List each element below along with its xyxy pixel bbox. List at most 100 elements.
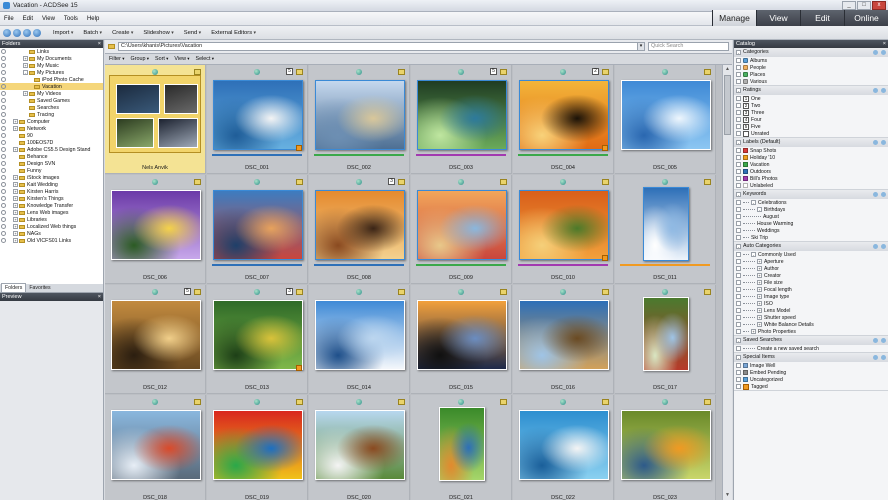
view-menu[interactable]: View (174, 56, 189, 62)
catalog-checkbox[interactable] (736, 308, 741, 313)
expand-icon[interactable]: + (13, 210, 18, 215)
catalog-item[interactable]: Ski Trip (734, 234, 888, 241)
folder-checkbox[interactable] (1, 77, 6, 82)
forward-icon[interactable] (13, 28, 21, 37)
collapse-icon[interactable]: - (736, 244, 741, 249)
catalog-checkbox[interactable] (736, 287, 741, 292)
folder-tree-item[interactable]: + My Music (0, 62, 103, 69)
thumbnail-image[interactable] (416, 300, 507, 370)
folder-tree-item[interactable]: 90 (0, 132, 103, 139)
catalog-item[interactable]: People (734, 64, 888, 71)
catalog-item[interactable]: Uncategorized (734, 376, 888, 383)
folder-tree-item[interactable]: - My Pictures (0, 69, 103, 76)
expand-icon[interactable]: + (757, 280, 762, 285)
folder-checkbox[interactable] (1, 105, 6, 110)
path-field[interactable]: C:\Users\khanis\Pictures\Vacation (118, 42, 638, 51)
expand-icon[interactable]: + (751, 329, 756, 334)
catalog-item[interactable]: 1 One (734, 95, 888, 102)
close-catalog-icon[interactable]: × (883, 40, 886, 48)
add-icon[interactable] (881, 140, 886, 145)
menu-view[interactable]: View (42, 16, 55, 22)
expand-icon[interactable]: - (23, 70, 28, 75)
folder-checkbox[interactable] (1, 154, 6, 159)
thumbnail-cell[interactable]: DSC_016 (513, 285, 614, 394)
catalog-item[interactable]: 2 Two (734, 102, 888, 109)
folder-checkbox[interactable] (1, 161, 6, 166)
minimize-button[interactable]: _ (842, 1, 856, 10)
folder-checkbox[interactable] (1, 98, 6, 103)
catalog-item[interactable]: Various (734, 78, 888, 85)
catalog-checkbox[interactable] (736, 377, 741, 382)
folder-tree-item[interactable]: + Localized Web things (0, 223, 103, 230)
section-header-saved[interactable]: - Saved Searches (734, 336, 888, 345)
section-header-special[interactable]: - Special Items (734, 353, 888, 362)
expand-icon[interactable]: + (13, 238, 18, 243)
catalog-checkbox[interactable] (736, 58, 741, 63)
catalog-checkbox[interactable] (736, 117, 741, 122)
sort-menu[interactable]: Sort (155, 56, 168, 62)
folder-tree-item[interactable]: Design SVN (0, 160, 103, 167)
filter-menu[interactable]: Filter (109, 56, 125, 62)
add-icon[interactable] (881, 192, 886, 197)
folder-tree-item[interactable]: Funny (0, 167, 103, 174)
catalog-item[interactable]: + Image type (734, 293, 888, 300)
pin-icon[interactable] (873, 88, 878, 93)
folder-checkbox[interactable] (1, 224, 6, 229)
thumbnail-image[interactable] (416, 80, 507, 150)
folder-checkbox[interactable] (1, 231, 6, 236)
folder-checkbox[interactable] (1, 140, 6, 145)
menu-edit[interactable]: Edit (23, 16, 33, 22)
catalog-checkbox[interactable] (736, 370, 741, 375)
thumbnail-cell[interactable]: DSC_015 (411, 285, 512, 394)
tagged-icon[interactable] (602, 255, 608, 261)
thumbnail-image[interactable] (314, 300, 405, 370)
expand-icon[interactable]: + (757, 273, 762, 278)
catalog-item[interactable]: + Focal length (734, 286, 888, 293)
catalog-item[interactable]: - Birthdays (734, 206, 888, 213)
expand-icon[interactable]: + (13, 126, 18, 131)
catalog-checkbox[interactable] (736, 228, 741, 233)
expand-icon[interactable]: + (757, 287, 762, 292)
close-button[interactable]: x (872, 1, 886, 10)
catalog-checkbox[interactable] (736, 315, 741, 320)
section-header-keywords[interactable]: - Keywords (734, 190, 888, 199)
folder-tree-item[interactable]: + Lens Web images (0, 209, 103, 216)
expand-icon[interactable]: + (757, 266, 762, 271)
add-icon[interactable] (881, 355, 886, 360)
folder-checkbox[interactable] (1, 84, 6, 89)
folder-checkbox[interactable] (1, 210, 6, 215)
catalog-checkbox[interactable] (736, 329, 741, 334)
catalog-item[interactable]: + Shutter speed (734, 314, 888, 321)
catalog-item[interactable]: Places (734, 71, 888, 78)
thumbnail-cell[interactable]: 2 DSC_004 (513, 65, 614, 174)
folder-tree-item[interactable]: + NAGs (0, 230, 103, 237)
catalog-item[interactable]: + Author (734, 265, 888, 272)
thumbnail-cell[interactable]: DSC_009 (411, 175, 512, 284)
folder-tree-item[interactable]: + My Videos (0, 90, 103, 97)
pin-icon[interactable] (873, 192, 878, 197)
scroll-thumb[interactable] (724, 75, 731, 135)
catalog-checkbox[interactable] (736, 207, 741, 212)
catalog-item[interactable]: + ISO (734, 300, 888, 307)
catalog-item[interactable]: Create a new saved search (734, 345, 888, 352)
catalog-checkbox[interactable] (736, 221, 741, 226)
send-button[interactable]: Send (184, 30, 201, 36)
thumbnail-image[interactable] (518, 80, 609, 150)
pin-icon[interactable] (873, 50, 878, 55)
catalog-checkbox[interactable] (736, 155, 741, 160)
add-icon[interactable] (881, 88, 886, 93)
external-editors-button[interactable]: External Editors (211, 30, 256, 36)
folder-checkbox[interactable] (1, 56, 6, 61)
thumbnail-cell[interactable]: 3 DSC_013 (207, 285, 308, 394)
section-header-auto[interactable]: - Auto Categories (734, 242, 888, 251)
maximize-button[interactable]: □ (857, 1, 871, 10)
add-icon[interactable] (881, 338, 886, 343)
section-header-categories[interactable]: - Categories (734, 48, 888, 57)
collapse-icon[interactable]: - (736, 140, 741, 145)
quick-search-input[interactable]: Quick Search (648, 42, 729, 51)
thumbnail-image[interactable] (416, 190, 507, 260)
folder-tree-item[interactable]: Behance (0, 153, 103, 160)
catalog-checkbox[interactable] (736, 252, 741, 257)
catalog-item[interactable]: + Photo Properties (734, 328, 888, 335)
catalog-item[interactable]: Unlabeled (734, 182, 888, 189)
